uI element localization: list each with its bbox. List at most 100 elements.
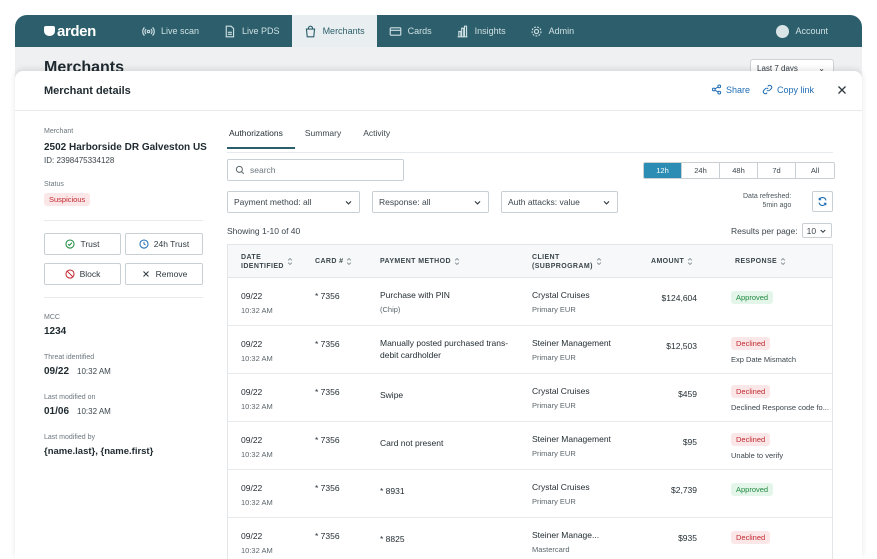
data-refreshed-text: Data refreshed: 5min ago	[743, 192, 791, 210]
payment-method-cell: Swipe	[380, 390, 404, 400]
table-row[interactable]: 09/22 10:32 AM * 7356 Swipe Crystal Cruises P…	[228, 374, 832, 422]
trust-24h-button[interactable]: 24h Trust	[125, 233, 203, 255]
nav-live-pds[interactable]: Live PDS	[211, 15, 292, 47]
range-48h-button[interactable]: 48h	[720, 163, 758, 178]
modified-by-value: {name.last}, {name.first}	[44, 446, 154, 457]
nav-live-scan[interactable]: Live scan	[130, 15, 211, 47]
chevron-down-icon	[820, 229, 826, 233]
share-button[interactable]: Share	[711, 84, 750, 95]
bar-chart-icon	[457, 25, 467, 37]
column-label: CARD #	[315, 258, 344, 265]
response-badge: Declined	[731, 337, 771, 350]
copy-link-button[interactable]: Copy link	[762, 84, 814, 95]
search-input[interactable]: search	[227, 159, 404, 181]
column-amount[interactable]: AMOUNT	[651, 245, 693, 278]
shield-logo-icon	[44, 26, 55, 36]
auth-attacks-filter[interactable]: Auth attacks: value	[501, 191, 618, 213]
close-icon[interactable]	[835, 83, 849, 97]
column-payment-method[interactable]: PAYMENT METHOD	[380, 245, 460, 278]
column-date-identified[interactable]: DATE IDENTIFIED	[241, 245, 293, 278]
date-cell: 09/22	[241, 339, 263, 349]
close-icon	[142, 271, 149, 277]
subprogram-cell: Primary EUR	[532, 401, 576, 410]
subprogram-cell: Mastercard	[532, 545, 570, 554]
client-cell: Steiner Management	[532, 434, 611, 444]
tab-authorizations[interactable]: Authorizations	[227, 128, 295, 149]
table-row[interactable]: 09/22 10:32 AM * 7356 Card not present Stein…	[228, 422, 832, 470]
range-all-button[interactable]: All	[796, 163, 834, 178]
response-badge: Approved	[731, 291, 774, 304]
remove-label: Remove	[155, 269, 188, 279]
document-icon	[225, 25, 235, 37]
check-circle-icon	[65, 239, 76, 249]
payment-method-cell: Card not present	[380, 438, 444, 448]
merchant-id: ID: 2398475334128	[44, 156, 115, 165]
mcc-value: 1234	[44, 326, 67, 337]
amount-cell: $935	[678, 533, 697, 543]
column-client[interactable]: CLIENT (SUBPROGRAM)	[532, 245, 602, 278]
response-badge: Declined	[731, 531, 771, 544]
card-number-cell: * 7356	[315, 531, 340, 541]
sort-icon	[596, 257, 601, 266]
response-filter-label: Response: all	[379, 197, 431, 207]
nav-insights[interactable]: Insights	[444, 15, 518, 47]
gear-icon	[531, 25, 542, 37]
refresh-button[interactable]	[812, 191, 833, 212]
client-cell: Crystal Cruises	[532, 386, 590, 396]
column-card-number[interactable]: CARD #	[315, 245, 352, 278]
block-icon	[65, 269, 75, 279]
detail-tabs: Authorizations Summary Activity	[227, 128, 410, 149]
amount-cell: $95	[682, 437, 697, 447]
tab-summary[interactable]: Summary	[303, 128, 353, 149]
remove-button[interactable]: Remove	[125, 263, 203, 285]
nav-label: Insights	[474, 26, 506, 36]
top-navigation: arden Live scan Live PDS Merchants Cards…	[15, 15, 862, 47]
trust-button[interactable]: Trust	[44, 233, 121, 255]
account-menu[interactable]: Account	[776, 24, 828, 38]
shopping-bag-icon	[305, 25, 315, 37]
avatar	[776, 24, 790, 38]
tab-activity[interactable]: Activity	[361, 128, 402, 149]
block-label: Block	[79, 269, 101, 279]
time-cell: 10:32 AM	[241, 498, 273, 507]
status-badge: Suspicious	[44, 193, 91, 206]
account-label: Account	[795, 26, 828, 36]
nav-label: Live PDS	[242, 26, 280, 36]
chevron-down-icon	[345, 200, 352, 205]
range-12h-button[interactable]: 12h	[644, 163, 682, 178]
status-label: Status	[44, 181, 64, 188]
copy-link-label: Copy link	[777, 84, 815, 95]
table-row[interactable]: 09/22 10:32 AM * 7356 * 8931 Crystal Cruises…	[228, 470, 832, 518]
trust-label: Trust	[80, 239, 100, 249]
response-filter[interactable]: Response: all	[372, 191, 489, 213]
tabs-divider	[227, 152, 833, 153]
response-badge: Declined	[731, 433, 771, 446]
nav-cards[interactable]: Cards	[377, 15, 444, 47]
arden-logo[interactable]: arden	[44, 23, 130, 40]
payment-method-cell: * 8825	[380, 534, 405, 544]
refresh-icon	[818, 197, 827, 206]
table-row[interactable]: 09/22 10:32 AM * 7356 * 8825 Steiner Manage.…	[228, 518, 832, 559]
card-number-cell: * 7356	[315, 291, 340, 301]
column-response[interactable]: RESPONSE	[735, 245, 786, 278]
nav-admin[interactable]: Admin	[518, 15, 587, 47]
date-cell: 09/22	[241, 483, 263, 493]
nav-label: Live scan	[161, 26, 200, 36]
table-row[interactable]: 09/22 10:32 AM * 7356 Manually posted purch…	[228, 326, 832, 374]
table-row[interactable]: 09/22 10:32 AM * 7356 Purchase with PIN (Chi…	[228, 278, 832, 326]
range-24h-button[interactable]: 24h	[682, 163, 720, 178]
payment-method-cell: Manually posted purchased trans-	[380, 338, 509, 348]
nav-merchants[interactable]: Merchants	[291, 15, 377, 47]
response-note: Exp Date Mismatch	[731, 355, 797, 364]
range-7d-button[interactable]: 7d	[758, 163, 796, 178]
time-cell: 10:32 AM	[241, 306, 273, 315]
section-divider	[44, 220, 203, 221]
sort-icon	[454, 257, 460, 266]
results-per-page-select[interactable]: 10	[801, 223, 833, 238]
card-number-cell: * 7356	[315, 483, 340, 493]
column-label: AMOUNT	[651, 258, 685, 265]
card-number-cell: * 7356	[315, 387, 340, 397]
payment-method-filter[interactable]: Payment method: all	[227, 191, 360, 213]
card-number-cell: * 7356	[315, 435, 340, 445]
block-button[interactable]: Block	[44, 263, 121, 285]
